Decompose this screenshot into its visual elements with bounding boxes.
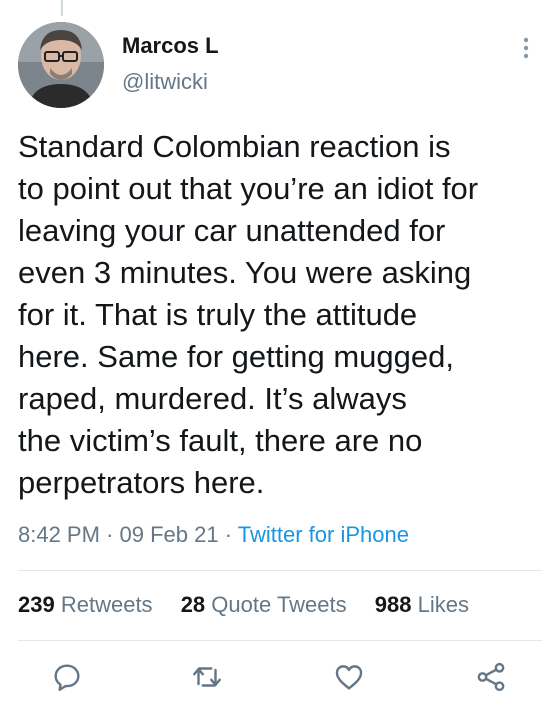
author-display-name[interactable]: Marcos L: [122, 33, 219, 59]
reply-icon: [54, 664, 80, 691]
retweet-button[interactable]: [190, 660, 224, 694]
tweet-stats: 239 Retweets 28 Quote Tweets 988 Likes: [18, 592, 491, 618]
retweets-count: 239: [18, 592, 55, 617]
share-button[interactable]: [474, 660, 508, 694]
retweet-icon: [193, 667, 221, 687]
tweet-actions-bar: [0, 656, 560, 700]
quote-tweets-label: Quote Tweets: [211, 592, 347, 617]
more-options-button[interactable]: [518, 36, 534, 60]
like-button[interactable]: [332, 660, 366, 694]
author-handle[interactable]: @litwicki: [122, 69, 219, 95]
retweets-stat[interactable]: 239 Retweets: [18, 592, 153, 618]
tweet-text: Standard Colombian reaction is to point …: [18, 129, 479, 500]
tweet-source-link[interactable]: Twitter for iPhone: [238, 522, 409, 547]
likes-label: Likes: [417, 592, 469, 617]
meta-separator: ·: [224, 522, 233, 547]
likes-stat[interactable]: 988 Likes: [375, 592, 469, 618]
thread-connector-line: [61, 0, 63, 16]
avatar[interactable]: [18, 22, 104, 108]
tweet-date[interactable]: 09 Feb 21: [120, 522, 219, 547]
tweet-header: Marcos L @litwicki: [18, 18, 542, 108]
likes-count: 988: [374, 592, 412, 617]
more-vertical-icon: [523, 37, 529, 59]
tweet-metadata: 8:42 PM · 09 Feb 21 · Twitter for iPhone: [18, 522, 409, 548]
retweets-label: Retweets: [60, 592, 153, 617]
quote-tweets-count: 28: [180, 592, 206, 617]
quote-tweets-stat[interactable]: 28 Quote Tweets: [181, 592, 347, 618]
heart-icon: [335, 665, 363, 690]
author-names: Marcos L @litwicki: [122, 33, 219, 95]
meta-separator: ·: [106, 522, 114, 547]
reply-button[interactable]: [50, 660, 84, 694]
tweet-time[interactable]: 8:42 PM: [18, 522, 100, 547]
divider: [18, 570, 542, 571]
avatar-image: [18, 22, 104, 108]
divider: [18, 640, 542, 641]
share-icon: [477, 662, 505, 692]
